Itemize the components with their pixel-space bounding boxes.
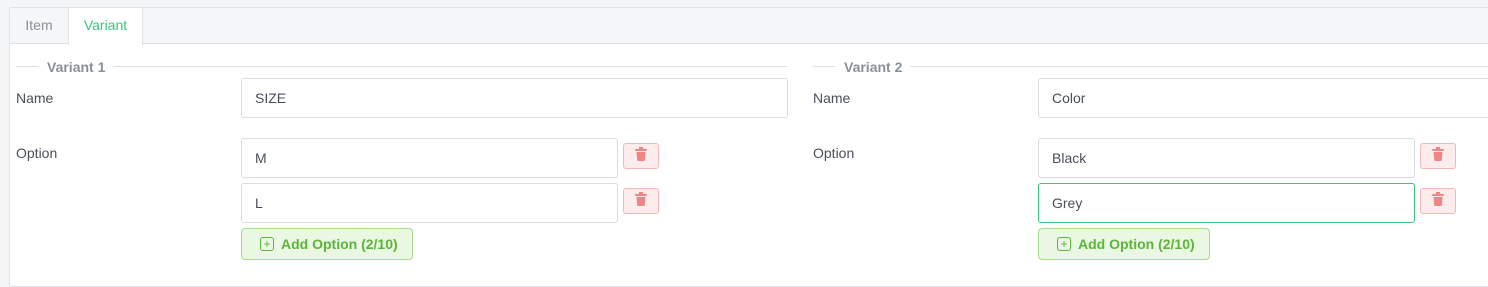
trash-icon <box>1432 146 1444 166</box>
add-option-label: Add Option (2/10) <box>281 236 398 252</box>
plus-icon: + <box>260 237 274 251</box>
plus-icon: + <box>1057 237 1071 251</box>
delete-option-button[interactable] <box>1420 143 1456 169</box>
variant-2-option-2-input[interactable] <box>1038 183 1415 223</box>
variant-2-option-label: Option <box>813 145 855 161</box>
variant-1-name-label: Name <box>16 90 54 106</box>
tab-bar: Item Variant <box>10 8 1488 45</box>
variant-1-option-1-input[interactable] <box>241 138 618 178</box>
variant-2-title: Variant 2 <box>836 58 911 76</box>
trash-icon <box>635 146 647 166</box>
add-option-button[interactable]: + Add Option (2/10) <box>1038 228 1210 260</box>
delete-option-button[interactable] <box>1420 188 1456 214</box>
trash-icon <box>635 191 647 211</box>
delete-option-button[interactable] <box>623 143 659 169</box>
variant-1-option-2-input[interactable] <box>241 183 618 223</box>
divider <box>16 66 788 67</box>
trash-icon <box>1432 191 1444 211</box>
add-option-label: Add Option (2/10) <box>1078 236 1195 252</box>
variant-1-option-label: Option <box>16 145 58 161</box>
add-option-button[interactable]: + Add Option (2/10) <box>241 228 413 260</box>
variant-2-name-label: Name <box>813 90 851 106</box>
tab-variant[interactable]: Variant <box>68 8 143 45</box>
variant-1-name-input[interactable] <box>241 78 788 118</box>
divider <box>813 66 1488 67</box>
variant-1-title: Variant 1 <box>39 58 114 76</box>
delete-option-button[interactable] <box>623 188 659 214</box>
variant-2-name-input[interactable] <box>1038 78 1488 118</box>
variant-2-option-1-input[interactable] <box>1038 138 1415 178</box>
tab-item[interactable]: Item <box>10 8 68 44</box>
